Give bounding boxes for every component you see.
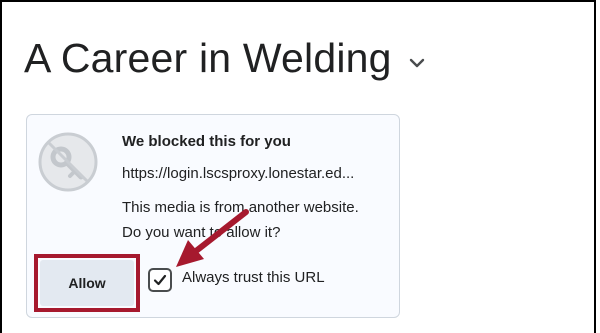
page-title: A Career in Welding [24,34,392,81]
allow-button[interactable]: Allow [40,260,134,306]
title-row[interactable]: A Career in Welding [24,28,428,88]
blocked-message-line1: This media is from another website. [122,199,359,216]
checkmark-icon [153,274,167,286]
blocked-url: https://login.lscsproxy.lonestar.ed... [122,165,355,182]
trust-url-checkbox[interactable] [148,268,172,292]
blocked-message: This media is from another website. Do y… [122,195,394,245]
trust-url-label[interactable]: Always trust this URL [182,269,325,286]
blocked-key-icon [37,131,99,193]
blocked-heading: We blocked this for you [122,133,291,150]
chevron-down-icon[interactable] [406,52,428,74]
blocked-message-line2: Do you want to allow it? [122,224,281,241]
blocked-media-card: We blocked this for you https://login.ls… [26,114,400,318]
